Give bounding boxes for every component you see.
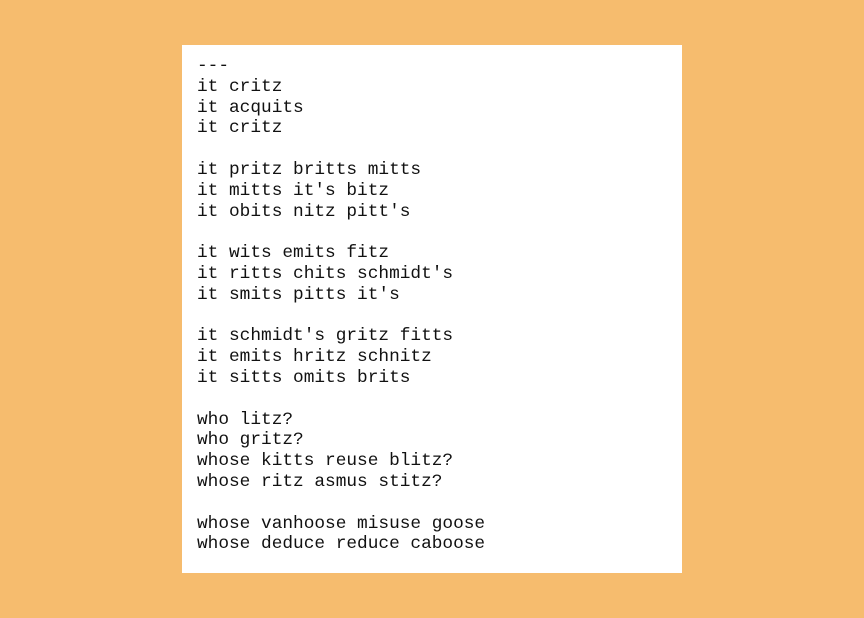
poem-panel: --- it critz it acquits it critz it pritz br… — [182, 45, 682, 573]
poem-line: it pritz britts mitts — [197, 159, 422, 180]
poem-line: it obits nitz pitt's — [197, 201, 411, 222]
poem-line: it ritts chits schmidt's — [197, 263, 454, 284]
poem-line: who gritz? — [197, 430, 304, 451]
poem-line: it sitts omits brits — [197, 367, 411, 388]
poem-line: it mitts it's bitz — [197, 180, 390, 201]
poem-line: it critz — [197, 76, 283, 97]
poem-line: who litz? — [197, 409, 294, 430]
poem-line: whose vanhoose misuse goose — [197, 513, 486, 534]
poem-line: it critz — [197, 118, 283, 139]
poem-line: it acquits — [197, 97, 304, 118]
poem-line: whose deduce reduce caboose — [197, 534, 486, 555]
poem-line: it emits hritz schnitz — [197, 347, 432, 368]
poem-line: it schmidt's gritz fitts — [197, 326, 454, 347]
poem-line: whose ritz asmus stitz? — [197, 471, 443, 492]
poem-line: whose kitts reuse blitz? — [197, 451, 454, 472]
poem-line: it smits pitts it's — [197, 284, 400, 305]
poem-line: it wits emits fitz — [197, 243, 390, 264]
poem-line: --- — [197, 56, 230, 76]
